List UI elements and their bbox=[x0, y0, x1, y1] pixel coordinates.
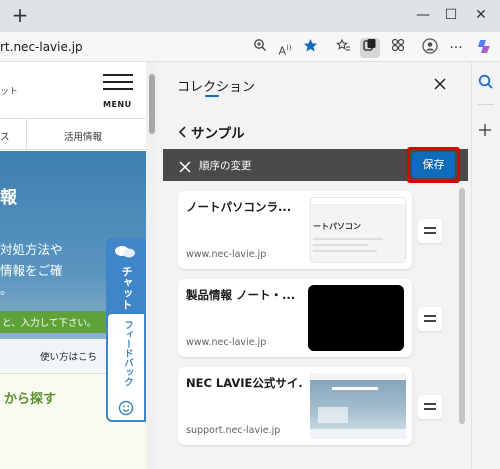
extensions-icon[interactable] bbox=[388, 38, 408, 58]
feedback-tab[interactable]: フィードバック bbox=[106, 312, 146, 422]
header-fragment: ット bbox=[0, 87, 19, 97]
new-tab-button[interactable]: + bbox=[8, 3, 32, 27]
collection-name: サンプル bbox=[191, 126, 245, 142]
url-field[interactable]: rt.nec-lavie.jp bbox=[0, 34, 282, 60]
item-thumbnail bbox=[310, 373, 406, 439]
item-site: www.nec-lavie.jp bbox=[186, 337, 267, 348]
maximize-button[interactable]: ☐ bbox=[436, 4, 466, 26]
smiley-icon bbox=[118, 400, 134, 420]
collections-icon[interactable] bbox=[360, 38, 380, 58]
save-button-highlight: 保存 bbox=[407, 147, 460, 183]
item-site: www.nec-lavie.jp bbox=[186, 249, 267, 260]
panel-title-underline bbox=[205, 95, 219, 97]
drag-handle-icon[interactable] bbox=[418, 307, 442, 331]
close-panel-icon[interactable] bbox=[433, 76, 451, 94]
panel-title: コレクション bbox=[177, 80, 256, 95]
tab-bar: + — ☐ ✕ bbox=[0, 0, 500, 32]
nav-item-partial[interactable]: ス bbox=[0, 129, 10, 143]
drag-handle-icon[interactable] bbox=[418, 395, 442, 419]
collection-item[interactable]: NEC LAVIE公式サイ... support.nec-lavie.jp bbox=[178, 367, 412, 445]
search-icon[interactable] bbox=[478, 74, 494, 94]
section-heading: から探す bbox=[4, 392, 57, 407]
site-nav: ス 活用情報 bbox=[0, 118, 158, 150]
page-scroll-thumb[interactable] bbox=[149, 74, 155, 134]
item-thumbnail: ートパソコン bbox=[310, 197, 406, 263]
favorite-star-icon[interactable] bbox=[300, 38, 320, 58]
hero-text-3: 。 bbox=[0, 282, 13, 297]
read-aloud-icon[interactable]: A)) bbox=[275, 38, 295, 58]
item-title: ノートパソコンラ... bbox=[186, 200, 292, 214]
collection-item[interactable]: ノートパソコンラ... www.nec-lavie.jp ートパソコン bbox=[178, 191, 412, 269]
favorites-list-icon[interactable] bbox=[333, 38, 353, 58]
save-button[interactable]: 保存 bbox=[412, 152, 455, 178]
edge-sidebar bbox=[471, 62, 500, 469]
more-options-icon[interactable]: ··· bbox=[446, 38, 466, 58]
hero-text-1: 対処方法や bbox=[0, 242, 63, 257]
howto-link[interactable]: 使い方はこち bbox=[40, 349, 97, 363]
item-title: 製品情報 ノート・... bbox=[186, 288, 296, 302]
address-bar: rt.nec-lavie.jp A)) ··· bbox=[0, 32, 500, 62]
site-header: ット MENU bbox=[0, 62, 158, 118]
web-page-content: ット MENU ス 活用情報 報 対処方法や 情報をご確 。 と、入力して下さい… bbox=[0, 62, 158, 469]
zoom-icon[interactable] bbox=[250, 38, 270, 58]
search-hint-bar[interactable]: と、入力して下さい。 bbox=[0, 311, 118, 333]
chat-bubble-icon bbox=[114, 244, 136, 264]
hamburger-menu-icon[interactable] bbox=[103, 74, 133, 94]
hero-text-2: 情報をご確 bbox=[0, 263, 63, 278]
close-window-button[interactable]: ✕ bbox=[466, 4, 496, 26]
cancel-reorder-icon[interactable] bbox=[179, 158, 193, 173]
copilot-icon[interactable] bbox=[475, 38, 495, 58]
nav-item-katsuyou[interactable]: 活用情報 bbox=[64, 129, 102, 143]
back-arrow-icon[interactable] bbox=[177, 124, 191, 140]
menu-label[interactable]: MENU bbox=[103, 100, 132, 109]
page-scrollbar[interactable] bbox=[146, 62, 158, 469]
hero-title: 報 bbox=[0, 188, 17, 208]
search-hint-text: と、入力して下さい。 bbox=[2, 318, 97, 329]
panel-scroll-thumb[interactable] bbox=[459, 188, 465, 424]
feedback-label: フィードバック bbox=[122, 320, 133, 387]
collection-item[interactable]: 製品情報 ノート・... www.nec-lavie.jp bbox=[178, 279, 412, 357]
reorder-label: 順序の変更 bbox=[199, 160, 252, 172]
minimize-button[interactable]: — bbox=[408, 4, 438, 26]
item-thumbnail bbox=[308, 285, 404, 351]
add-icon[interactable] bbox=[478, 122, 492, 141]
drag-handle-icon[interactable] bbox=[418, 219, 442, 243]
chat-label: チャット bbox=[120, 266, 133, 310]
thumbnail-text: ートパソコン bbox=[313, 222, 361, 231]
item-title: NEC LAVIE公式サイ... bbox=[186, 376, 304, 390]
profile-icon[interactable] bbox=[420, 38, 440, 58]
item-site: support.nec-lavie.jp bbox=[186, 425, 281, 436]
